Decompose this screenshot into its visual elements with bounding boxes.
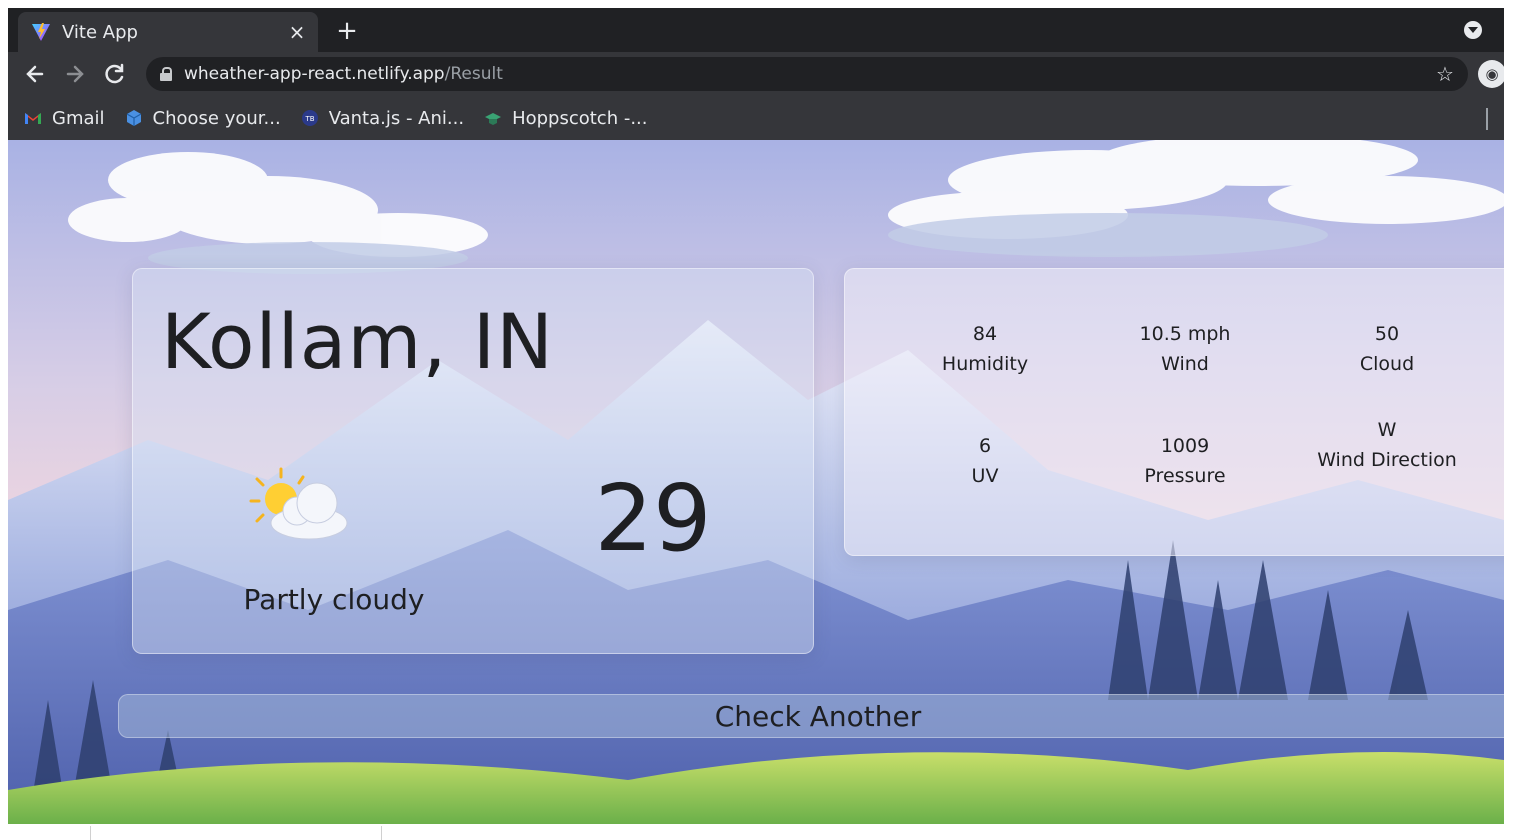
city-name: Kollam, IN <box>161 297 554 386</box>
back-icon[interactable] <box>20 59 50 89</box>
address-bar[interactable]: wheather-app-react.netlify.app/Result ☆ <box>146 57 1468 91</box>
weather-page: Kollam, IN Partly cloudy 29 84 Humidity … <box>8 140 1504 824</box>
bookmark-choose-your[interactable]: Choose your... <box>125 96 281 140</box>
bookmarks-bar: Gmail Choose your... TB Vanta.js - Ani..… <box>8 96 1504 140</box>
new-tab-button[interactable]: + <box>334 16 360 46</box>
tab-strip: Vite App × + <box>8 8 1504 52</box>
check-another-button[interactable]: Check Another <box>118 694 1504 738</box>
stat-wind-direction: W Wind Direction <box>1317 419 1457 471</box>
bookmarks-separator <box>1486 108 1488 130</box>
stat-humidity: 84 Humidity <box>941 323 1029 375</box>
lock-icon <box>160 67 172 81</box>
tab-close-icon[interactable]: × <box>282 20 312 44</box>
vite-logo-icon <box>32 23 50 41</box>
partly-cloudy-icon <box>249 467 348 540</box>
url-text[interactable]: wheather-app-react.netlify.app/Result <box>184 64 1430 84</box>
browser-window: Vite App × + wheather-app-react.netlify.… <box>8 8 1504 824</box>
tb-icon: TB <box>301 110 318 126</box>
weather-summary-card: Kollam, IN Partly cloudy 29 <box>132 268 814 654</box>
bookmark-star-icon[interactable]: ☆ <box>1430 62 1460 86</box>
stat-pressure: 1009 Pressure <box>1144 435 1226 487</box>
hoppscotch-icon <box>485 113 502 125</box>
stat-uv: 6 UV <box>971 435 999 487</box>
bookmark-hoppscotch[interactable]: Hoppscotch -... <box>484 96 648 140</box>
temperature-value: 29 <box>594 465 712 572</box>
divider <box>381 826 382 840</box>
divider <box>90 826 91 840</box>
weather-details-card: 84 Humidity 10.5 mph Wind 50 Cloud 6 UV … <box>844 268 1504 556</box>
browser-toolbar: wheather-app-react.netlify.app/Result ☆ … <box>8 52 1504 96</box>
tab-search-icon[interactable] <box>1464 21 1482 39</box>
incognito-profile-icon[interactable]: ◉ <box>1478 60 1504 88</box>
svg-text:TB: TB <box>304 115 314 123</box>
stat-cloud: 50 Cloud <box>1359 323 1415 375</box>
gmail-icon <box>25 113 41 124</box>
bookmark-vanta[interactable]: TB Vanta.js - Ani... <box>301 96 464 140</box>
tab-title: Vite App <box>62 21 138 43</box>
forward-icon[interactable] <box>60 59 90 89</box>
cube-icon <box>126 110 141 126</box>
condition-text: Partly cloudy <box>243 583 425 616</box>
reload-icon[interactable] <box>100 59 130 89</box>
stat-wind: 10.5 mph Wind <box>1139 323 1231 375</box>
bookmark-gmail[interactable]: Gmail <box>24 96 105 140</box>
tab-vite-app[interactable]: Vite App × <box>18 12 318 52</box>
